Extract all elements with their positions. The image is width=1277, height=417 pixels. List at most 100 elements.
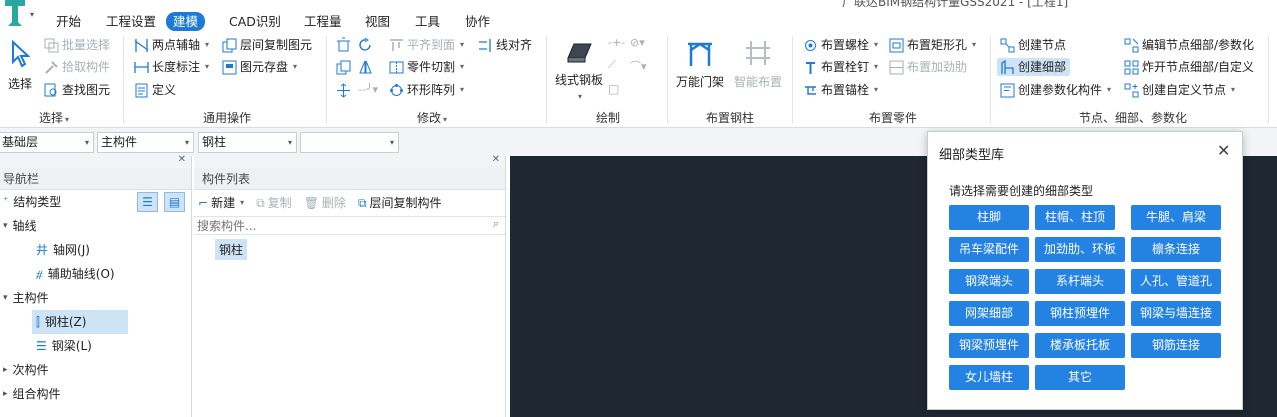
part-cut-button[interactable]: 零件切割 ▾ bbox=[389, 59, 464, 75]
place-stiffener-button[interactable]: 布置加劲肋 bbox=[889, 59, 967, 75]
detail-type-button[interactable]: 牛腿、肩梁 bbox=[1131, 205, 1221, 230]
copy-icon[interactable] bbox=[336, 60, 351, 75]
ring-array-button[interactable]: 环形阵列 ▾ bbox=[389, 82, 464, 98]
tree-item-aux-axis[interactable]: ⧣ 辅助轴线(O) bbox=[0, 262, 191, 286]
component-search[interactable]: ⌕ bbox=[194, 216, 505, 235]
category-select[interactable]: 主构件 ▾ bbox=[97, 132, 194, 153]
extend-icon[interactable]: --╯▾ bbox=[358, 83, 378, 96]
close-icon[interactable]: ✕ bbox=[492, 154, 500, 165]
explode-node-button[interactable]: 炸开节点细部/自定义 bbox=[1124, 59, 1254, 75]
edit-node-detail-button[interactable]: 编辑节点细部/参数化 bbox=[1124, 37, 1254, 53]
tab-cad-recognition[interactable]: CAD识别 bbox=[222, 12, 288, 31]
create-node-button[interactable]: 创建节点 bbox=[1000, 37, 1066, 53]
edit-node-detail-label: 编辑节点细部/参数化 bbox=[1142, 38, 1255, 52]
list-item[interactable]: 钢柱 bbox=[215, 239, 248, 260]
place-stud-button[interactable]: 布置栓钉 ▾ bbox=[803, 59, 878, 75]
detail-type-button[interactable]: 柱帽、柱顶 bbox=[1035, 205, 1115, 230]
tree-item-steel-column[interactable]: ⫿ 钢柱(Z) bbox=[32, 310, 128, 334]
cut-icon bbox=[389, 61, 404, 73]
detail-type-button[interactable]: 钢柱预埋件 bbox=[1035, 301, 1125, 326]
point-draw-icon[interactable]: -+- bbox=[608, 36, 625, 49]
line-draw-icon[interactable]: ⟋ bbox=[608, 58, 616, 72]
create-param-component-button[interactable]: 创建参数化构件 ▾ bbox=[1000, 82, 1111, 98]
tab-quantities[interactable]: 工程量 bbox=[297, 12, 349, 31]
tab-tools[interactable]: 工具 bbox=[408, 12, 447, 31]
select-button[interactable]: 选择 bbox=[5, 39, 35, 92]
place-bolt-button[interactable]: 布置螺栓 ▾ bbox=[803, 37, 878, 53]
place-anchor-button[interactable]: 布置锚栓 ▾ bbox=[803, 82, 878, 98]
tab-modeling[interactable]: 建模 bbox=[166, 12, 206, 31]
search-input[interactable] bbox=[194, 217, 474, 234]
tree-item-axis-grid[interactable]: 井轴网(J) bbox=[0, 238, 191, 262]
detail-type-button[interactable]: 女儿墙柱 bbox=[949, 365, 1029, 390]
detail-type-button[interactable]: 网架细部 bbox=[949, 301, 1029, 326]
floor-copy-component-button[interactable]: ⧉ 层间复制构件 bbox=[358, 195, 442, 211]
axis-icon bbox=[134, 38, 149, 52]
detail-type-button[interactable]: 钢筋连接 bbox=[1131, 333, 1221, 358]
part-cut-label: 零件切割 bbox=[407, 60, 456, 74]
tree-group-axis[interactable]: ▾ 轴线 bbox=[0, 214, 191, 238]
universal-portal-button[interactable]: 万能门架 bbox=[674, 38, 726, 90]
component-type-select[interactable]: 钢柱 ▾ bbox=[198, 132, 297, 153]
tab-view[interactable]: 视图 bbox=[358, 12, 397, 31]
delete-icon[interactable] bbox=[336, 37, 351, 52]
detail-type-button[interactable]: 人孔、管道孔 bbox=[1131, 269, 1221, 294]
list-view-icon[interactable]: ☰ bbox=[137, 192, 158, 212]
new-component-button[interactable]: ⌐ 新建 ▾ bbox=[198, 195, 244, 211]
tab-collaboration[interactable]: 协作 bbox=[458, 12, 497, 31]
tree-item-steel-beam[interactable]: ☰ 钢梁(L) bbox=[0, 334, 191, 358]
find-element-button[interactable]: 查找图元 bbox=[44, 82, 110, 98]
close-icon[interactable]: ✕ bbox=[1217, 141, 1230, 160]
detail-type-button[interactable]: 钢梁与墙连接 bbox=[1131, 301, 1221, 326]
explode-icon bbox=[1124, 60, 1139, 74]
tree-group-secondary[interactable]: ▸ 次构件 bbox=[0, 358, 191, 382]
define-button[interactable]: 定义 bbox=[134, 82, 176, 98]
floor-select[interactable]: 基础层 ▾ bbox=[0, 132, 94, 153]
floor-copy-element-button[interactable]: 层间复制图元 bbox=[222, 37, 312, 53]
mirror-icon[interactable] bbox=[358, 60, 373, 75]
cursor-arrow-icon bbox=[12, 39, 31, 68]
extra-select[interactable]: ▾ bbox=[300, 132, 399, 153]
create-custom-node-button[interactable]: 创建自定义节点 ▾ bbox=[1124, 82, 1235, 98]
move-icon[interactable] bbox=[336, 83, 351, 98]
divider bbox=[667, 36, 668, 124]
detail-type-button[interactable]: 檩条连接 bbox=[1131, 237, 1221, 262]
rotate-point-icon[interactable]: ⊘▾ bbox=[630, 36, 645, 49]
detail-type-button[interactable]: 其它 bbox=[1035, 365, 1125, 390]
create-detail-button[interactable]: 创建细部 bbox=[997, 58, 1071, 76]
delete-component-button[interactable]: 🗑 删除 bbox=[304, 195, 346, 211]
copy-component-button[interactable]: ⧉ 复制 bbox=[256, 195, 292, 211]
detail-type-button[interactable]: 钢梁预埋件 bbox=[949, 333, 1029, 358]
align-top-icon bbox=[390, 38, 403, 51]
line-align-button[interactable]: 线对齐 bbox=[478, 37, 532, 53]
batch-select-button[interactable]: 批量选择 bbox=[44, 37, 110, 53]
tree-group-combined[interactable]: ▸ 组合构件 bbox=[0, 382, 191, 406]
smart-place-button[interactable]: 智能布置 bbox=[730, 38, 786, 90]
detail-type-button[interactable]: 系杆端头 bbox=[1035, 269, 1125, 294]
line-steel-plate-button[interactable]: 线式钢板 ▾ bbox=[552, 38, 606, 102]
detail-type-button[interactable]: 楼承板托板 bbox=[1035, 333, 1125, 358]
divider bbox=[990, 36, 991, 124]
rotate-icon[interactable] bbox=[358, 37, 373, 52]
length-dimension-button[interactable]: 长度标注 ▾ bbox=[134, 59, 209, 75]
detail-type-button[interactable]: 吊车梁配件 bbox=[949, 237, 1029, 262]
create-detail-label: 创建细部 bbox=[1018, 60, 1067, 74]
element-save-button[interactable]: 图元存盘 ▾ bbox=[222, 59, 297, 75]
detail-view-icon[interactable]: ▤ bbox=[164, 192, 185, 212]
search-icon[interactable]: ⌕ bbox=[493, 217, 499, 231]
rect-draw-icon[interactable]: □ bbox=[608, 82, 619, 96]
find-icon bbox=[44, 83, 57, 96]
align-to-face-button[interactable]: 平齐到面 ▾ bbox=[389, 37, 464, 53]
place-rect-hole-button[interactable]: 布置矩形孔 ▾ bbox=[889, 37, 976, 53]
detail-type-button[interactable]: 钢梁端头 bbox=[949, 269, 1029, 294]
quick-access-caret-icon[interactable]: ▾ bbox=[30, 10, 34, 19]
detail-type-button[interactable]: 柱脚 bbox=[949, 205, 1029, 230]
two-point-axis-button[interactable]: 两点辅轴 ▾ bbox=[134, 37, 209, 53]
arc-draw-icon[interactable]: ⌒▾ bbox=[630, 58, 647, 74]
tab-project-settings[interactable]: 工程设置 bbox=[99, 12, 163, 31]
pick-component-button[interactable]: 拾取构件 bbox=[44, 59, 110, 75]
tree-group-main-component[interactable]: ▾ 主构件 bbox=[0, 286, 191, 310]
close-icon[interactable]: ✕ bbox=[178, 154, 186, 165]
detail-type-button[interactable]: 加劲肋、环板 bbox=[1035, 237, 1125, 262]
tab-start[interactable]: 开始 bbox=[49, 12, 88, 31]
